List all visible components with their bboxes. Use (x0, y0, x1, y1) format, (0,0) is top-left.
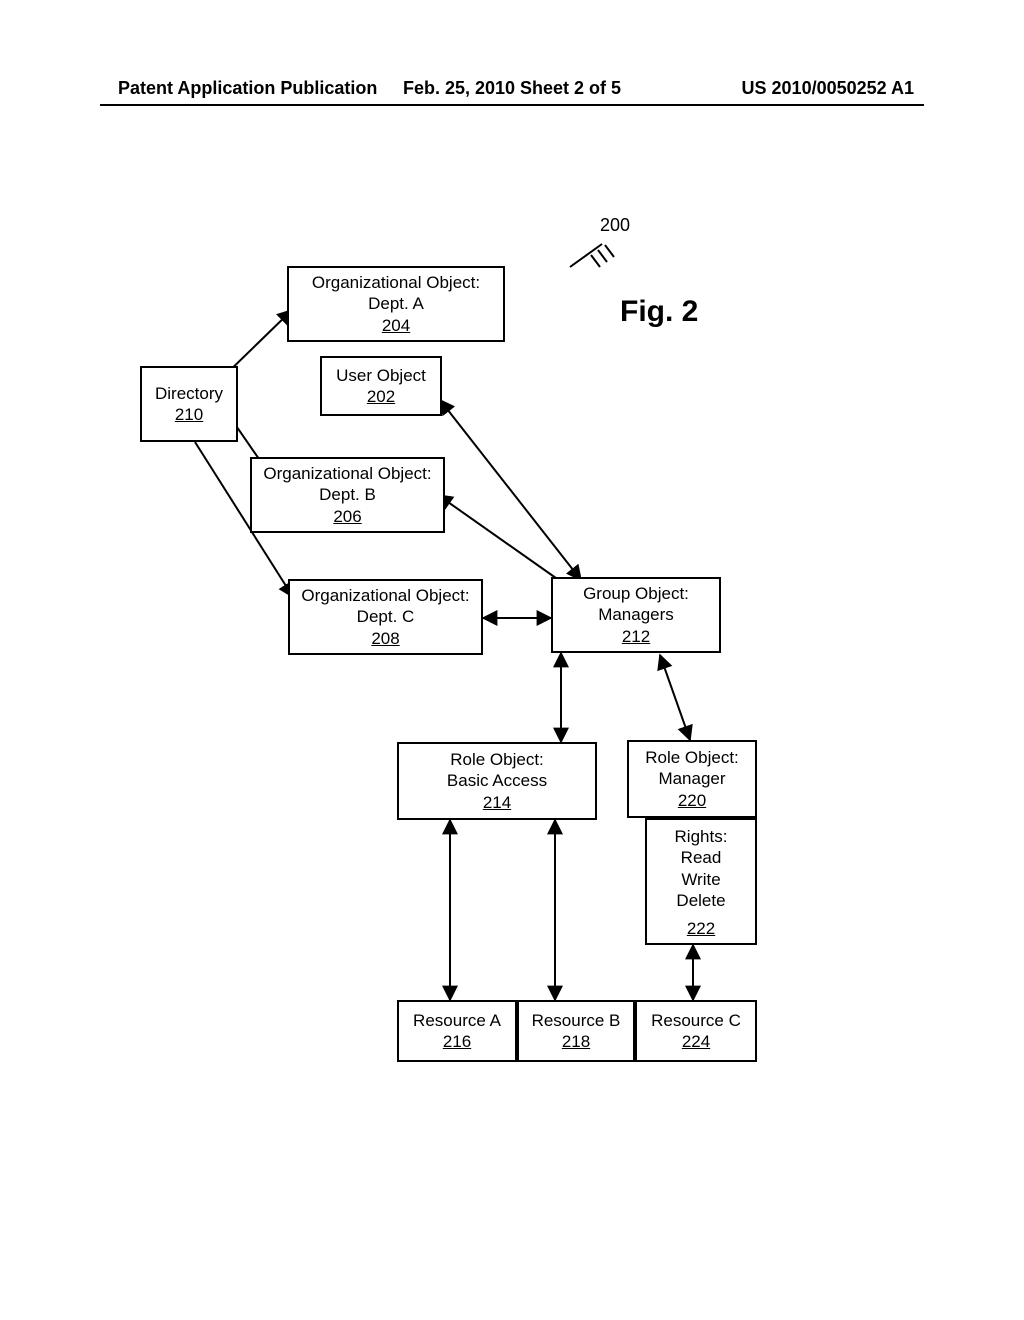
figure-title: Fig. 2 (620, 295, 698, 329)
box-resource-c: Resource C 224 (635, 1000, 757, 1062)
box-directory: Directory 210 (140, 366, 238, 442)
dept-b-line1: Organizational Object: (263, 463, 431, 484)
dept-a-line1: Organizational Object: (312, 272, 480, 293)
group-managers-line1: Group Object: (583, 583, 689, 604)
dept-a-line2: Dept. A (368, 293, 424, 314)
directory-label: Directory (155, 383, 223, 404)
ref-200-pointer (570, 244, 614, 267)
box-role-basic: Role Object: Basic Access 214 (397, 742, 597, 820)
resource-b-label: Resource B (532, 1010, 621, 1031)
dept-b-ref: 206 (333, 506, 361, 527)
resource-c-label: Resource C (651, 1010, 741, 1031)
resource-a-ref: 216 (443, 1031, 471, 1052)
header-left: Patent Application Publication (118, 78, 377, 99)
role-basic-line1: Role Object: (450, 749, 544, 770)
group-managers-ref: 212 (622, 626, 650, 647)
box-rights: Rights: Read Write Delete 222 (645, 818, 757, 945)
rights-header: Rights: (675, 826, 728, 847)
box-group-managers: Group Object: Managers 212 (551, 577, 721, 653)
header-rule (100, 104, 924, 106)
role-basic-line2: Basic Access (447, 770, 547, 791)
box-dept-b: Organizational Object: Dept. B 206 (250, 457, 445, 533)
user-object-line1: User Object (336, 365, 426, 386)
box-resource-b: Resource B 218 (517, 1000, 635, 1062)
rights-delete: Delete (676, 890, 725, 911)
rights-write: Write (681, 869, 720, 890)
role-manager-line2: Manager (658, 768, 725, 789)
header-center: Feb. 25, 2010 Sheet 2 of 5 (403, 78, 621, 99)
box-role-manager: Role Object: Manager 220 (627, 740, 757, 818)
dept-b-line2: Dept. B (319, 484, 376, 505)
page: Patent Application Publication Feb. 25, … (0, 0, 1024, 1320)
user-object-ref: 202 (367, 386, 395, 407)
role-manager-ref: 220 (678, 790, 706, 811)
directory-ref: 210 (175, 404, 203, 425)
role-manager-line1: Role Object: (645, 747, 739, 768)
page-header: Patent Application Publication Feb. 25, … (0, 78, 1024, 99)
ref-200: 200 (600, 215, 630, 236)
dept-a-ref: 204 (382, 315, 410, 336)
box-resource-a: Resource A 216 (397, 1000, 517, 1062)
box-user-object: User Object 202 (320, 356, 442, 416)
dept-c-line2: Dept. C (357, 606, 415, 627)
resource-b-ref: 218 (562, 1031, 590, 1052)
box-dept-a: Organizational Object: Dept. A 204 (287, 266, 505, 342)
resource-a-label: Resource A (413, 1010, 501, 1031)
rights-ref: 222 (687, 918, 715, 939)
dept-c-ref: 208 (371, 628, 399, 649)
arrows-layer (0, 0, 1024, 1320)
resource-c-ref: 224 (682, 1031, 710, 1052)
rights-read: Read (681, 847, 722, 868)
role-basic-ref: 214 (483, 792, 511, 813)
dept-c-line1: Organizational Object: (301, 585, 469, 606)
header-right: US 2010/0050252 A1 (742, 78, 914, 99)
box-dept-c: Organizational Object: Dept. C 208 (288, 579, 483, 655)
group-managers-line2: Managers (598, 604, 674, 625)
